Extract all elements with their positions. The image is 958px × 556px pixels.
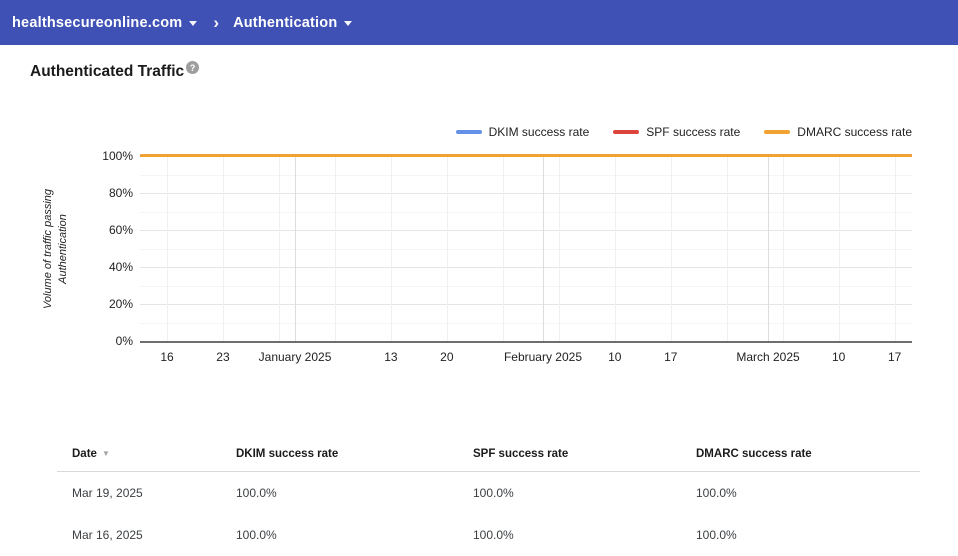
row-value-cell: 100.0% [696,486,737,500]
x-gridline-week [726,156,728,341]
x-gridline-week [614,156,616,341]
legend-item-dmarc: DMARC success rate [764,125,912,139]
table-row: Mar 16, 2025 100.0% 100.0% 100.0% [57,514,920,556]
x-tick-label: January 2025 [258,350,332,364]
y-gridline [140,174,912,176]
app-bar: healthsecureonline.com › Authentication [0,0,958,45]
x-gridline-week [446,156,448,341]
x-gridline-month [295,156,297,341]
column-header-dkim-success-rate: DKIM success rate [236,448,339,460]
y-gridline [140,267,912,268]
x-gridline-month [768,156,770,341]
x-gridline-week [502,156,504,341]
y-tick-label: 80% [108,186,133,200]
x-tick-label: 17 [664,350,678,364]
y-tick-label: 0% [115,334,133,348]
chevron-down-icon [189,21,198,26]
legend-label: DMARC success rate [797,125,912,139]
x-tick-label: March 2025 [736,350,800,364]
page-dropdown[interactable]: Authentication [233,14,353,31]
legend-swatch-icon [764,130,791,134]
x-gridline-week [670,156,672,341]
x-tick-label: 13 [384,350,398,364]
x-tick-label: 17 [887,350,902,364]
x-gridline-week [334,156,336,341]
x-tick-label: February 2025 [503,350,582,364]
row-date-cell: Mar 16, 2025 [72,528,143,542]
y-gridline [140,211,912,213]
x-gridline-week [167,156,169,341]
authenticated-traffic-chart: DKIM success rate SPF success rate DMARC s… [0,120,958,370]
y-tick-label: 40% [108,260,133,274]
row-value-cell: 100.0% [696,528,737,542]
x-gridline-week [390,156,392,341]
column-header-dmarc-success-rate: DMARC success rate [696,448,812,460]
legend-swatch-icon [613,130,640,134]
row-value-cell: 100.0% [236,486,277,500]
x-gridline-week [222,156,224,341]
row-value-cell: 100.0% [473,528,514,542]
breadcrumb-separator-icon: › [213,13,220,32]
y-gridline [140,322,912,324]
column-header-date[interactable]: Date ▼ [72,448,110,460]
domain-dropdown[interactable]: healthsecureonline.com [12,14,198,31]
table-header-row: Date ▼ DKIM success rate SPF success rate DM… [57,440,920,472]
row-date-cell: Mar 19, 2025 [72,486,143,500]
page-title: Authenticated Traffic [30,63,185,80]
y-tick-label: 60% [108,223,133,237]
y-gridline [140,304,912,305]
table-row: Mar 19, 2025 100.0% 100.0% 100.0% [57,472,920,514]
y-tick-label: 20% [108,297,133,311]
y-axis-title: Volume of traffic passing Authentication [42,188,69,310]
auth-rates-table: Date ▼ DKIM success rate SPF success rate DM… [57,440,920,556]
y-gridline [140,193,912,194]
row-value-cell: 100.0% [473,486,514,500]
page-title-row: Authenticated Traffic ? [30,61,200,81]
x-gridline-week [838,156,840,341]
x-gridline-week [278,156,280,341]
x-tick-label: 20 [440,350,454,364]
chart-legend: DKIM success rate SPF success rate DMARC s… [455,125,912,139]
column-header-spf-success-rate: SPF success rate [473,448,569,460]
x-gridline-week [558,156,560,341]
legend-label: SPF success rate [646,125,741,139]
row-value-cell: 100.0% [236,528,277,542]
x-gridline-week [894,156,896,341]
page-dropdown-label: Authentication [233,14,338,31]
x-gridline-month [542,156,544,341]
sort-descending-icon: ▼ [101,449,110,458]
x-tick-label: 10 [831,350,846,364]
series-line-dmarc [140,154,912,157]
y-gridline [140,248,912,250]
y-gridline [140,230,912,231]
chevron-down-icon [344,21,353,26]
legend-item-dkim: DKIM success rate [455,125,590,139]
y-axis-tick-labels: 0% 20% 40% 60% 80% 100% [88,149,133,348]
x-tick-label: 16 [160,350,174,364]
x-gridline-week [782,156,784,341]
plot-area[interactable]: 16 23 January 2025 13 20 February 2025 10 17 Mar… [140,154,912,364]
x-tick-label: 23 [216,350,230,364]
legend-label: DKIM success rate [488,125,590,139]
y-gridline [140,285,912,287]
x-tick-label: 10 [608,350,622,364]
y-tick-label: 100% [102,149,133,163]
legend-swatch-icon [455,130,482,134]
table-body: Mar 19, 2025 100.0% 100.0% 100.0% Mar 16, 20… [57,472,920,556]
help-icon[interactable]: ? [186,61,200,74]
domain-dropdown-label: healthsecureonline.com [12,14,183,31]
legend-item-spf: SPF success rate [613,125,740,139]
